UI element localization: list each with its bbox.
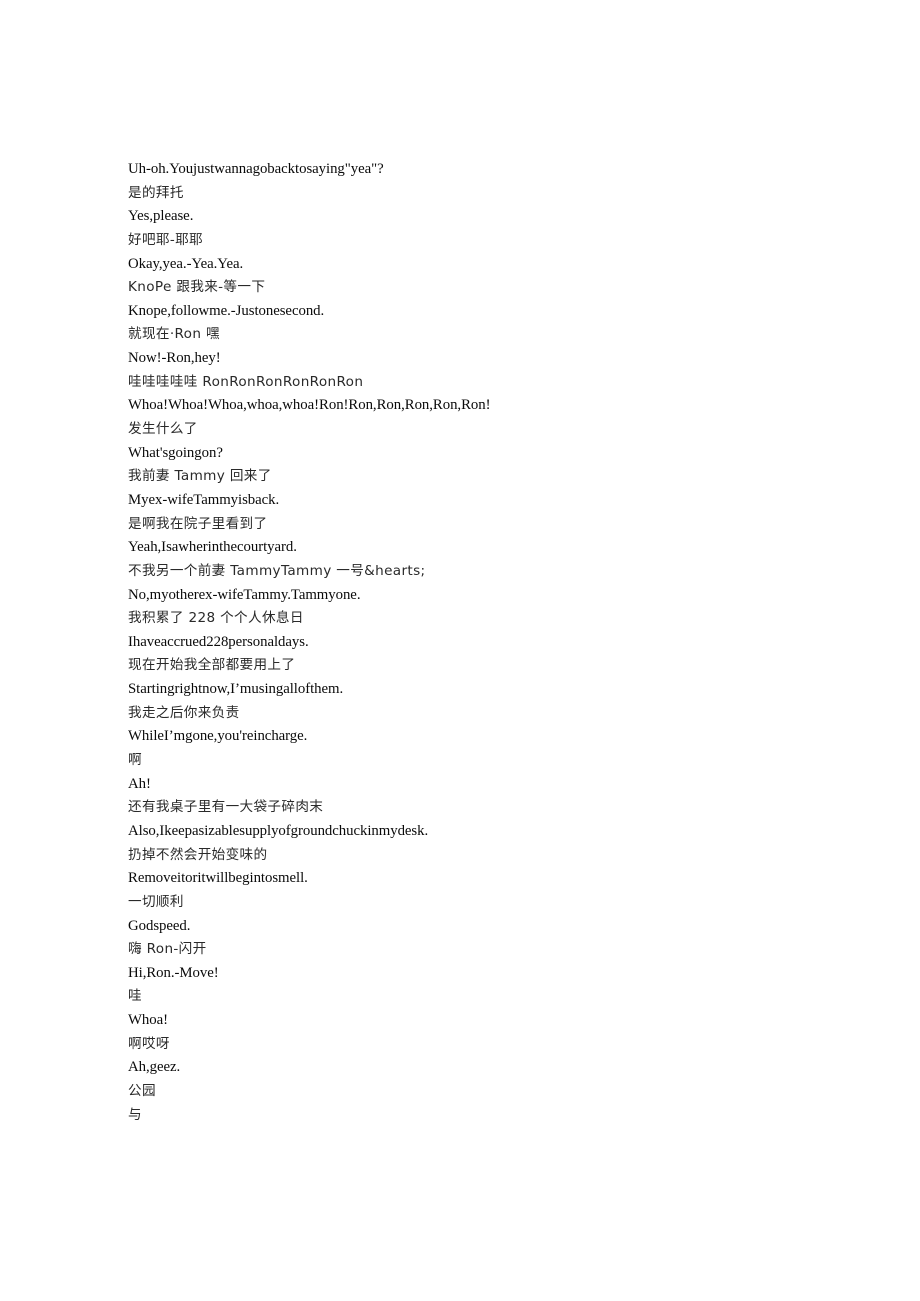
transcript-line-zh: 一切顺利 (128, 893, 184, 910)
transcript-line-en: Ihaveaccrued228personaldays. (128, 633, 309, 650)
transcript-line-en: What'sgoingon? (128, 444, 223, 461)
transcript-line-zh: 啊 (128, 752, 142, 769)
transcript-body: Uh-oh.Youjustwannagobacktosaying"yea"? 是的… (128, 158, 828, 1127)
transcript-line-zh: 现在开始我全部都要用上了 (128, 657, 296, 674)
document-page: Uh-oh.Youjustwannagobacktosaying"yea"? 是的… (0, 0, 920, 1301)
transcript-line-zh: 我走之后你来负责 (128, 704, 240, 721)
transcript-line-zh: 我积累了 228 个个人休息日 (128, 610, 304, 627)
transcript-line-zh: 不我另一个前妻 TammyTammy 一号&hearts; (128, 562, 426, 579)
transcript-line-en: Yeah,Isawherinthecourtyard. (128, 539, 297, 556)
transcript-line-zh: 嗨 Ron-闪开 (128, 941, 207, 958)
transcript-line-zh: 扔掉不然会开始变味的 (128, 846, 268, 863)
transcript-line-zh: 公园 (128, 1082, 156, 1099)
transcript-line-zh: KnoPe 跟我来-等一下 (128, 279, 266, 296)
transcript-line-en: Yes,please. (128, 208, 194, 225)
transcript-line-en: Uh-oh.Youjustwannagobacktosaying"yea"? (128, 161, 384, 177)
transcript-line-en: Hi,Ron.-Move! (128, 964, 219, 981)
transcript-line-zh: 与 (128, 1106, 142, 1123)
transcript-line-en: Okay,yea.-Yea.Yea. (128, 255, 244, 272)
transcript-line-zh: 啊哎呀 (128, 1035, 170, 1052)
transcript-line-en: Whoa!Whoa!Whoa,whoa,whoa!Ron!Ron,Ron,Ron… (128, 397, 491, 414)
transcript-line-en: Startingrightnow,I’musingallofthem. (128, 681, 344, 698)
transcript-line-en: Also,Ikeepasizablesupplyofgroundchuckinm… (128, 822, 429, 839)
transcript-line-en: Ah! (128, 775, 151, 792)
transcript-line-en: Now!-Ron,hey! (128, 350, 221, 367)
transcript-line-en: No,myotherex-wifeTammy.Tammyone. (128, 586, 361, 603)
transcript-line-zh: 我前妻 Tammy 回来了 (128, 468, 272, 485)
transcript-line-en: Myex-wifeTammyisback. (128, 491, 280, 508)
transcript-line-en: Removeitoritwillbegintosmell. (128, 870, 308, 887)
transcript-line-zh: 还有我桌子里有一大袋子碎肉末 (128, 799, 324, 816)
transcript-line-zh: 就现在·Ron 嘿 (128, 326, 220, 343)
transcript-line-en: Knope,followme.-Justonesecond. (128, 302, 325, 319)
transcript-line-zh: 好吧耶-耶耶 (128, 231, 203, 248)
transcript-line-zh: 是啊我在院子里看到了 (128, 515, 268, 532)
transcript-line-zh: 是的拜托 (128, 184, 184, 201)
transcript-line-zh: 发生什么了 (128, 421, 198, 438)
transcript-line-en: Whoa! (128, 1012, 169, 1029)
transcript-line-zh: 哇 (128, 988, 142, 1005)
transcript-line-en: WhileI’mgone,you'reincharge. (128, 728, 308, 745)
transcript-line-zh: 哇哇哇哇哇 RonRonRonRonRonRon (128, 373, 364, 390)
transcript-line-en: Godspeed. (128, 917, 191, 934)
transcript-line-en: Ah,geez. (128, 1059, 181, 1076)
